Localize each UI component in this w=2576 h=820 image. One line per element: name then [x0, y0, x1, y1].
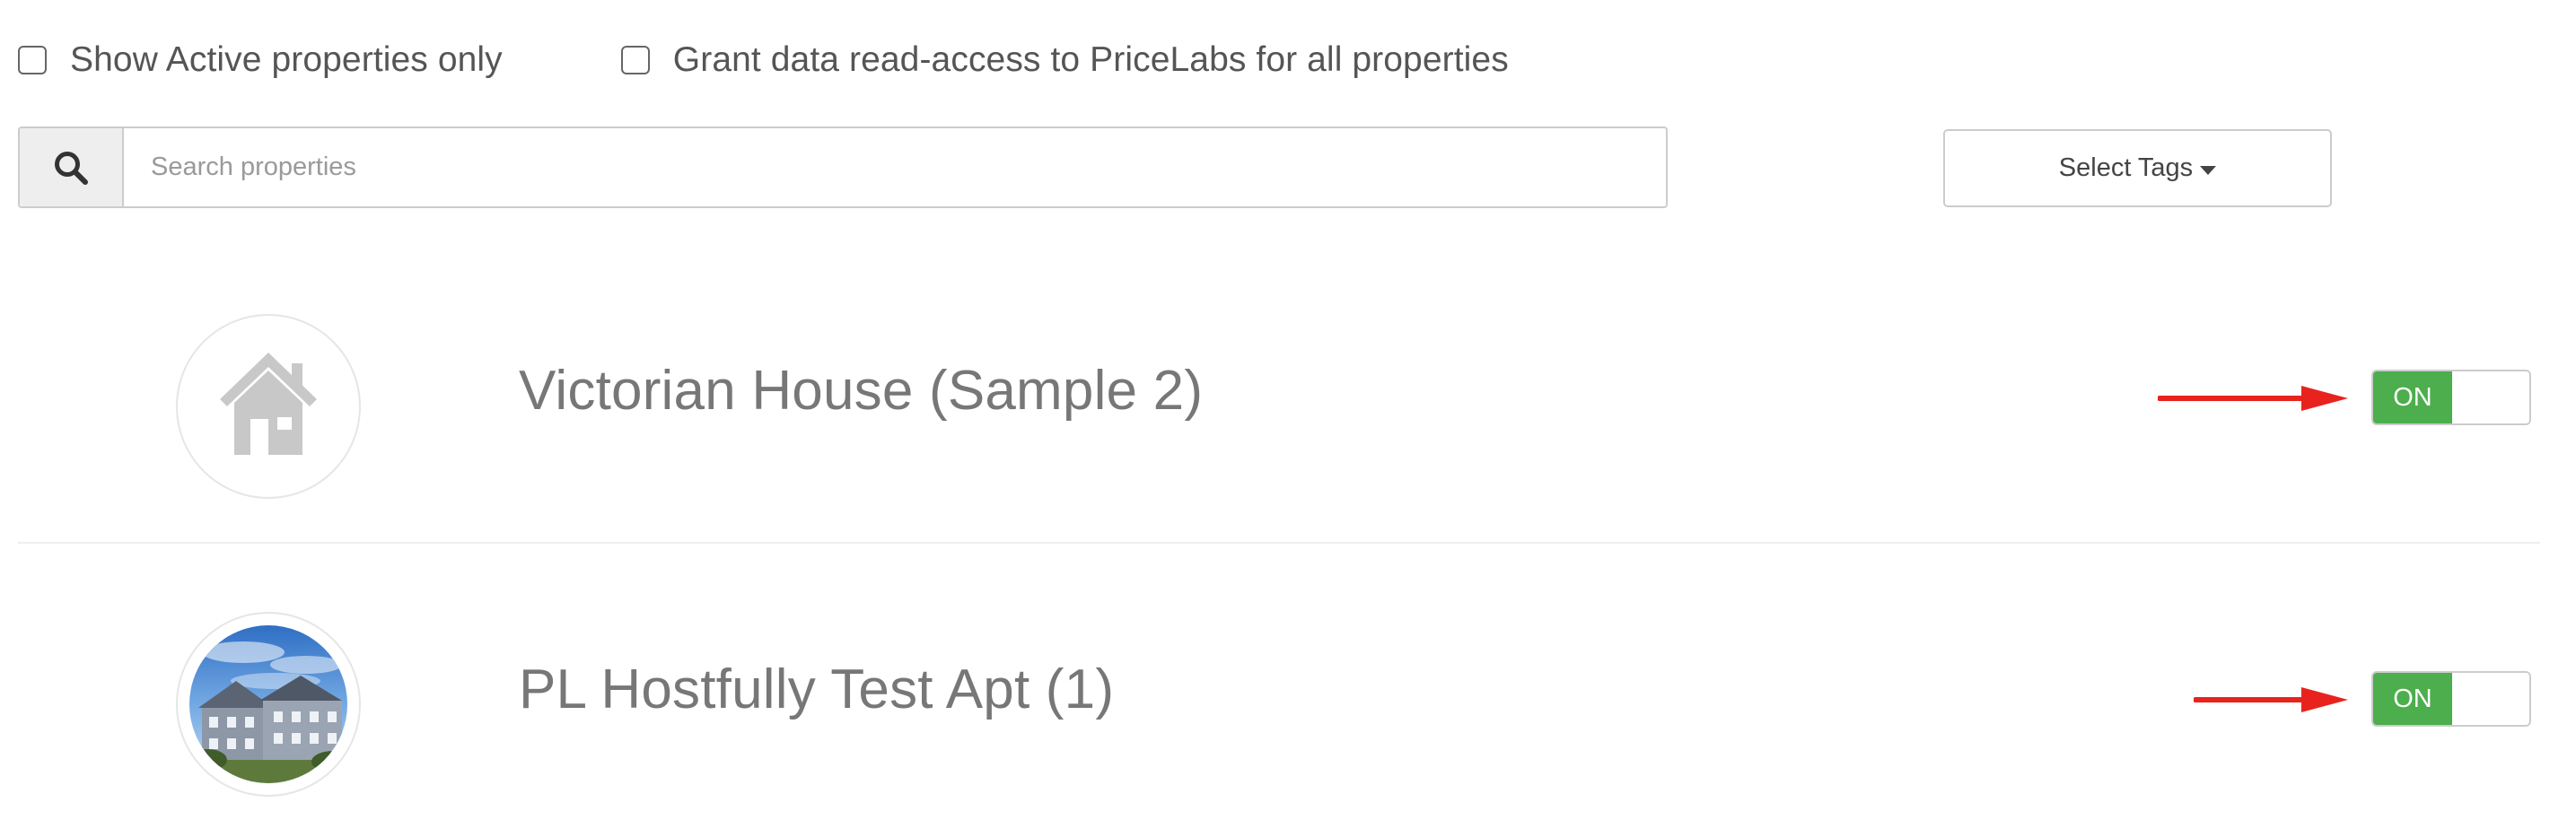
toggle-off-handle: [2452, 673, 2529, 725]
filter-row: Show Active properties only Grant data r…: [18, 39, 1509, 81]
property-toggle[interactable]: ON: [2371, 671, 2531, 727]
search-bar: [18, 126, 1668, 208]
toggle-on-label: ON: [2373, 673, 2452, 725]
house-icon: [220, 353, 317, 455]
property-photo: [189, 625, 347, 783]
grant-access-checkbox[interactable]: [620, 46, 650, 74]
property-avatar: [176, 314, 361, 499]
red-arrow-icon: [2194, 687, 2348, 712]
property-toggle[interactable]: ON: [2371, 370, 2531, 425]
toggle-off-handle: [2452, 371, 2529, 423]
grant-access-label: Grant data read-access to PriceLabs for …: [672, 40, 1509, 79]
search-icon: [20, 128, 124, 206]
search-input[interactable]: [124, 128, 1666, 206]
grant-access-option[interactable]: Grant data read-access to PriceLabs for …: [620, 40, 1509, 80]
property-avatar: [176, 612, 361, 797]
property-name[interactable]: Victorian House (Sample 2): [519, 359, 1203, 423]
active-only-option[interactable]: Show Active properties only: [18, 40, 503, 80]
property-name[interactable]: PL Hostfully Test Apt (1): [519, 658, 1114, 721]
active-only-label: Show Active properties only: [70, 40, 503, 79]
select-tags-dropdown[interactable]: Select Tags: [1943, 129, 2332, 207]
active-only-checkbox[interactable]: [18, 46, 47, 74]
property-row: PL Hostfully Test Apt (1) ON: [18, 601, 2540, 820]
red-arrow-icon: [2158, 386, 2348, 411]
toggle-on-label: ON: [2373, 371, 2452, 423]
property-row: Victorian House (Sample 2) ON: [18, 305, 2540, 544]
select-tags-label: Select Tags: [2058, 153, 2194, 182]
caret-down-icon: [2200, 165, 2217, 175]
